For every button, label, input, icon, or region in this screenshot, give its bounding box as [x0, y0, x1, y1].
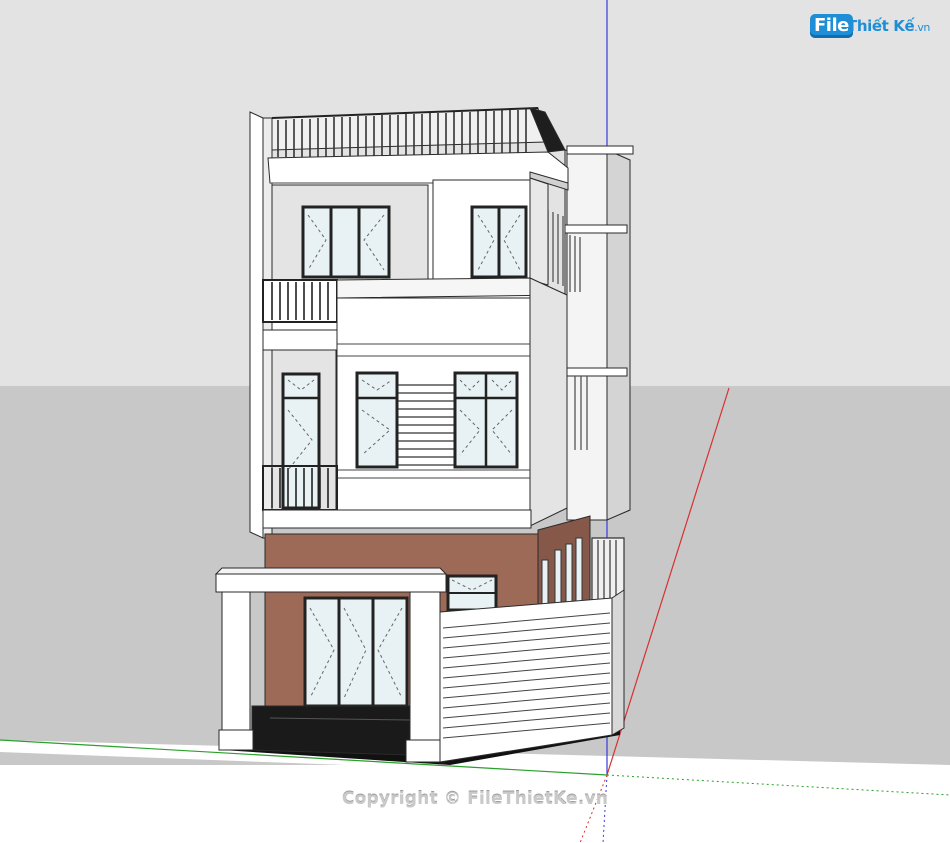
townhouse-model[interactable]: [214, 107, 634, 765]
copyright-watermark: Copyright © FileThietKe.vn: [341, 789, 609, 809]
logo-brand-name: Thiết Kế: [847, 17, 915, 35]
third-floor-right-side: [529, 177, 549, 286]
logo-tld: .vn: [914, 21, 930, 34]
porch-column-left: [221, 591, 251, 751]
projecting-box-side: [529, 277, 568, 527]
porch-steps: [251, 705, 411, 756]
sketchup-viewport[interactable]: File Thiết Kế.vn Copyright © FileThietKe…: [0, 0, 950, 843]
main-glass-door[interactable]: [303, 596, 409, 708]
left-pillar: [249, 111, 264, 539]
side-slab-mid: [564, 367, 628, 377]
second-floor-slab: [262, 509, 532, 529]
roof-slab: [267, 151, 569, 184]
porch-canopy: [215, 573, 447, 593]
window-second-left[interactable]: [355, 371, 399, 469]
side-tower-cap: [566, 145, 634, 155]
window-third-left[interactable]: [301, 205, 391, 279]
logo-text: Thiết Kế.vn: [847, 17, 930, 35]
front-fence[interactable]: [439, 597, 613, 763]
left-floor-slab: [262, 329, 338, 351]
side-tower: [566, 149, 608, 521]
fence-side: [611, 589, 625, 736]
balcony-railing-upper: [262, 279, 338, 323]
side-slab-upper: [564, 224, 628, 234]
model-scene[interactable]: [0, 0, 950, 843]
site-logo[interactable]: File Thiết Kế.vn: [810, 10, 932, 44]
porch-column-right: [409, 591, 441, 761]
side-tower-right: [606, 149, 631, 521]
